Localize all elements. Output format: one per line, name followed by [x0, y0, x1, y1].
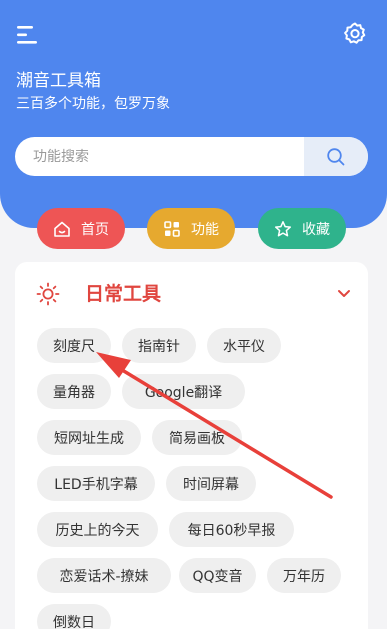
tool-category-card: 日常工具 刻度尺 指南针 水平仪 量角器 Google翻译 短网址生成 简易画板… — [15, 262, 368, 629]
tool-chip-daily-news[interactable]: 每日60秒早报 — [169, 512, 294, 547]
favorites-button[interactable]: 收藏 — [258, 208, 346, 249]
home-label: 首页 — [81, 221, 109, 238]
search-input[interactable] — [15, 137, 304, 176]
app-subtitle: 三百多个功能，包罗万象 — [16, 96, 170, 112]
grid-icon — [164, 220, 180, 237]
favorites-label: 收藏 — [302, 221, 330, 238]
tool-chip-time-screen[interactable]: 时间屏幕 — [166, 466, 256, 501]
tool-chip-sketchpad[interactable]: 简易画板 — [152, 420, 242, 455]
functions-label: 功能 — [191, 221, 219, 238]
home-button[interactable]: 首页 — [37, 208, 125, 249]
tool-chip-led-subtitle[interactable]: LED手机字幕 — [37, 466, 155, 501]
tool-chip-short-url[interactable]: 短网址生成 — [37, 420, 141, 455]
tool-chip-google-translate[interactable]: Google翻译 — [122, 374, 245, 409]
category-header[interactable]: 日常工具 — [15, 274, 368, 314]
tool-chip-today-in-history[interactable]: 历史上的今天 — [37, 512, 158, 547]
tool-chip-compass[interactable]: 指南针 — [122, 328, 196, 363]
tool-chip-qq-voice[interactable]: QQ变音 — [179, 558, 256, 593]
tool-chip-ruler[interactable]: 刻度尺 — [37, 328, 111, 363]
tool-chip-love-talk[interactable]: 恋爱话术-撩妹 — [37, 558, 171, 593]
search-icon — [327, 147, 345, 165]
home-icon — [54, 221, 70, 237]
tool-chip-countdown[interactable]: 倒数日 — [37, 604, 111, 629]
category-title: 日常工具 — [85, 283, 162, 305]
app-title: 潮音工具箱 — [16, 71, 101, 91]
menu-icon[interactable] — [14, 22, 40, 48]
functions-button[interactable]: 功能 — [147, 208, 235, 249]
search-bar — [15, 137, 368, 176]
chevron-down-icon[interactable] — [336, 287, 352, 301]
tool-chip-calendar[interactable]: 万年历 — [267, 558, 341, 593]
sun-icon — [36, 282, 60, 306]
gear-icon[interactable] — [342, 21, 368, 47]
star-icon — [274, 220, 292, 236]
header-banner: 潮音工具箱 三百多个功能，包罗万象 — [0, 0, 387, 228]
tool-chip-level[interactable]: 水平仪 — [207, 328, 281, 363]
search-button[interactable] — [304, 137, 368, 176]
tool-chip-protractor[interactable]: 量角器 — [37, 374, 111, 409]
